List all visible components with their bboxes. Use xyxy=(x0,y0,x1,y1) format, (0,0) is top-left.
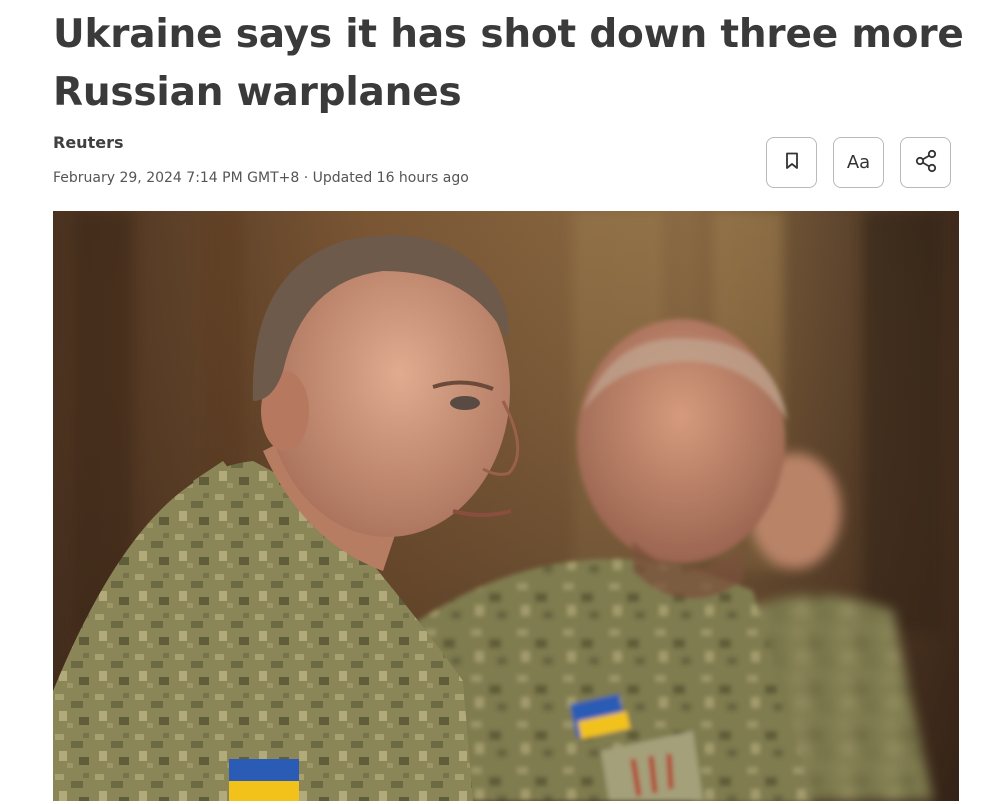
hero-photo xyxy=(53,211,959,801)
main-officer-flag-patch xyxy=(229,759,299,801)
article-headline: Ukraine says it has shot down three more… xyxy=(53,12,964,115)
bookmark-icon xyxy=(785,152,799,174)
dateline: February 29, 2024 7:14 PM GMT+8 · Update… xyxy=(53,170,469,186)
date-separator: · xyxy=(303,170,309,186)
source-name: Reuters xyxy=(53,133,124,152)
bookmark-button[interactable] xyxy=(766,137,817,188)
article-toolbar: Aa xyxy=(766,137,951,188)
publish-date: February 29, 2024 7:14 PM GMT+8 xyxy=(53,170,300,186)
text-size-button[interactable]: Aa xyxy=(833,137,884,188)
photo-illustration xyxy=(53,211,959,801)
updated-time: Updated 16 hours ago xyxy=(312,170,469,186)
share-button[interactable] xyxy=(900,137,951,188)
text-size-label: Aa xyxy=(846,152,871,173)
share-icon xyxy=(913,148,939,178)
byline-source[interactable]: Reuters xyxy=(53,133,123,152)
